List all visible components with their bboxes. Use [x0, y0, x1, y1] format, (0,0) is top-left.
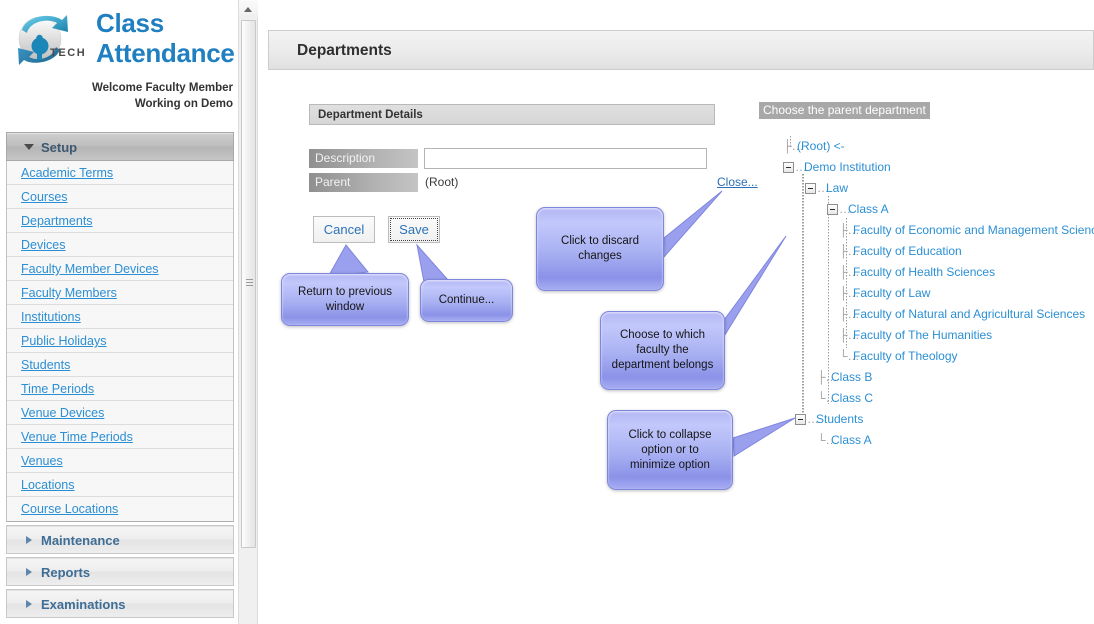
callout-choose-faculty: Choose to which faculty the department bel… — [600, 311, 725, 390]
application-window: TECH Class Attendance Welcome Faculty Me… — [0, 0, 1094, 624]
callout-text: Choose to which faculty the department bel… — [611, 329, 714, 371]
callout-arrows — [327, 190, 796, 457]
callout-text: Click to collapse option or to minimize op… — [628, 428, 712, 471]
callout-text: Continue... — [438, 294, 495, 306]
callout-text: Click to discard changes — [561, 235, 639, 262]
callout-discard-changes: Click to discard changes — [536, 207, 664, 291]
callout-return-previous: Return to previous window — [281, 273, 409, 326]
callout-collapse-option: Click to collapse option or to minimize op… — [607, 410, 733, 490]
callout-continue: Continue... — [420, 279, 513, 322]
callout-text: Return to previous window — [298, 285, 392, 313]
